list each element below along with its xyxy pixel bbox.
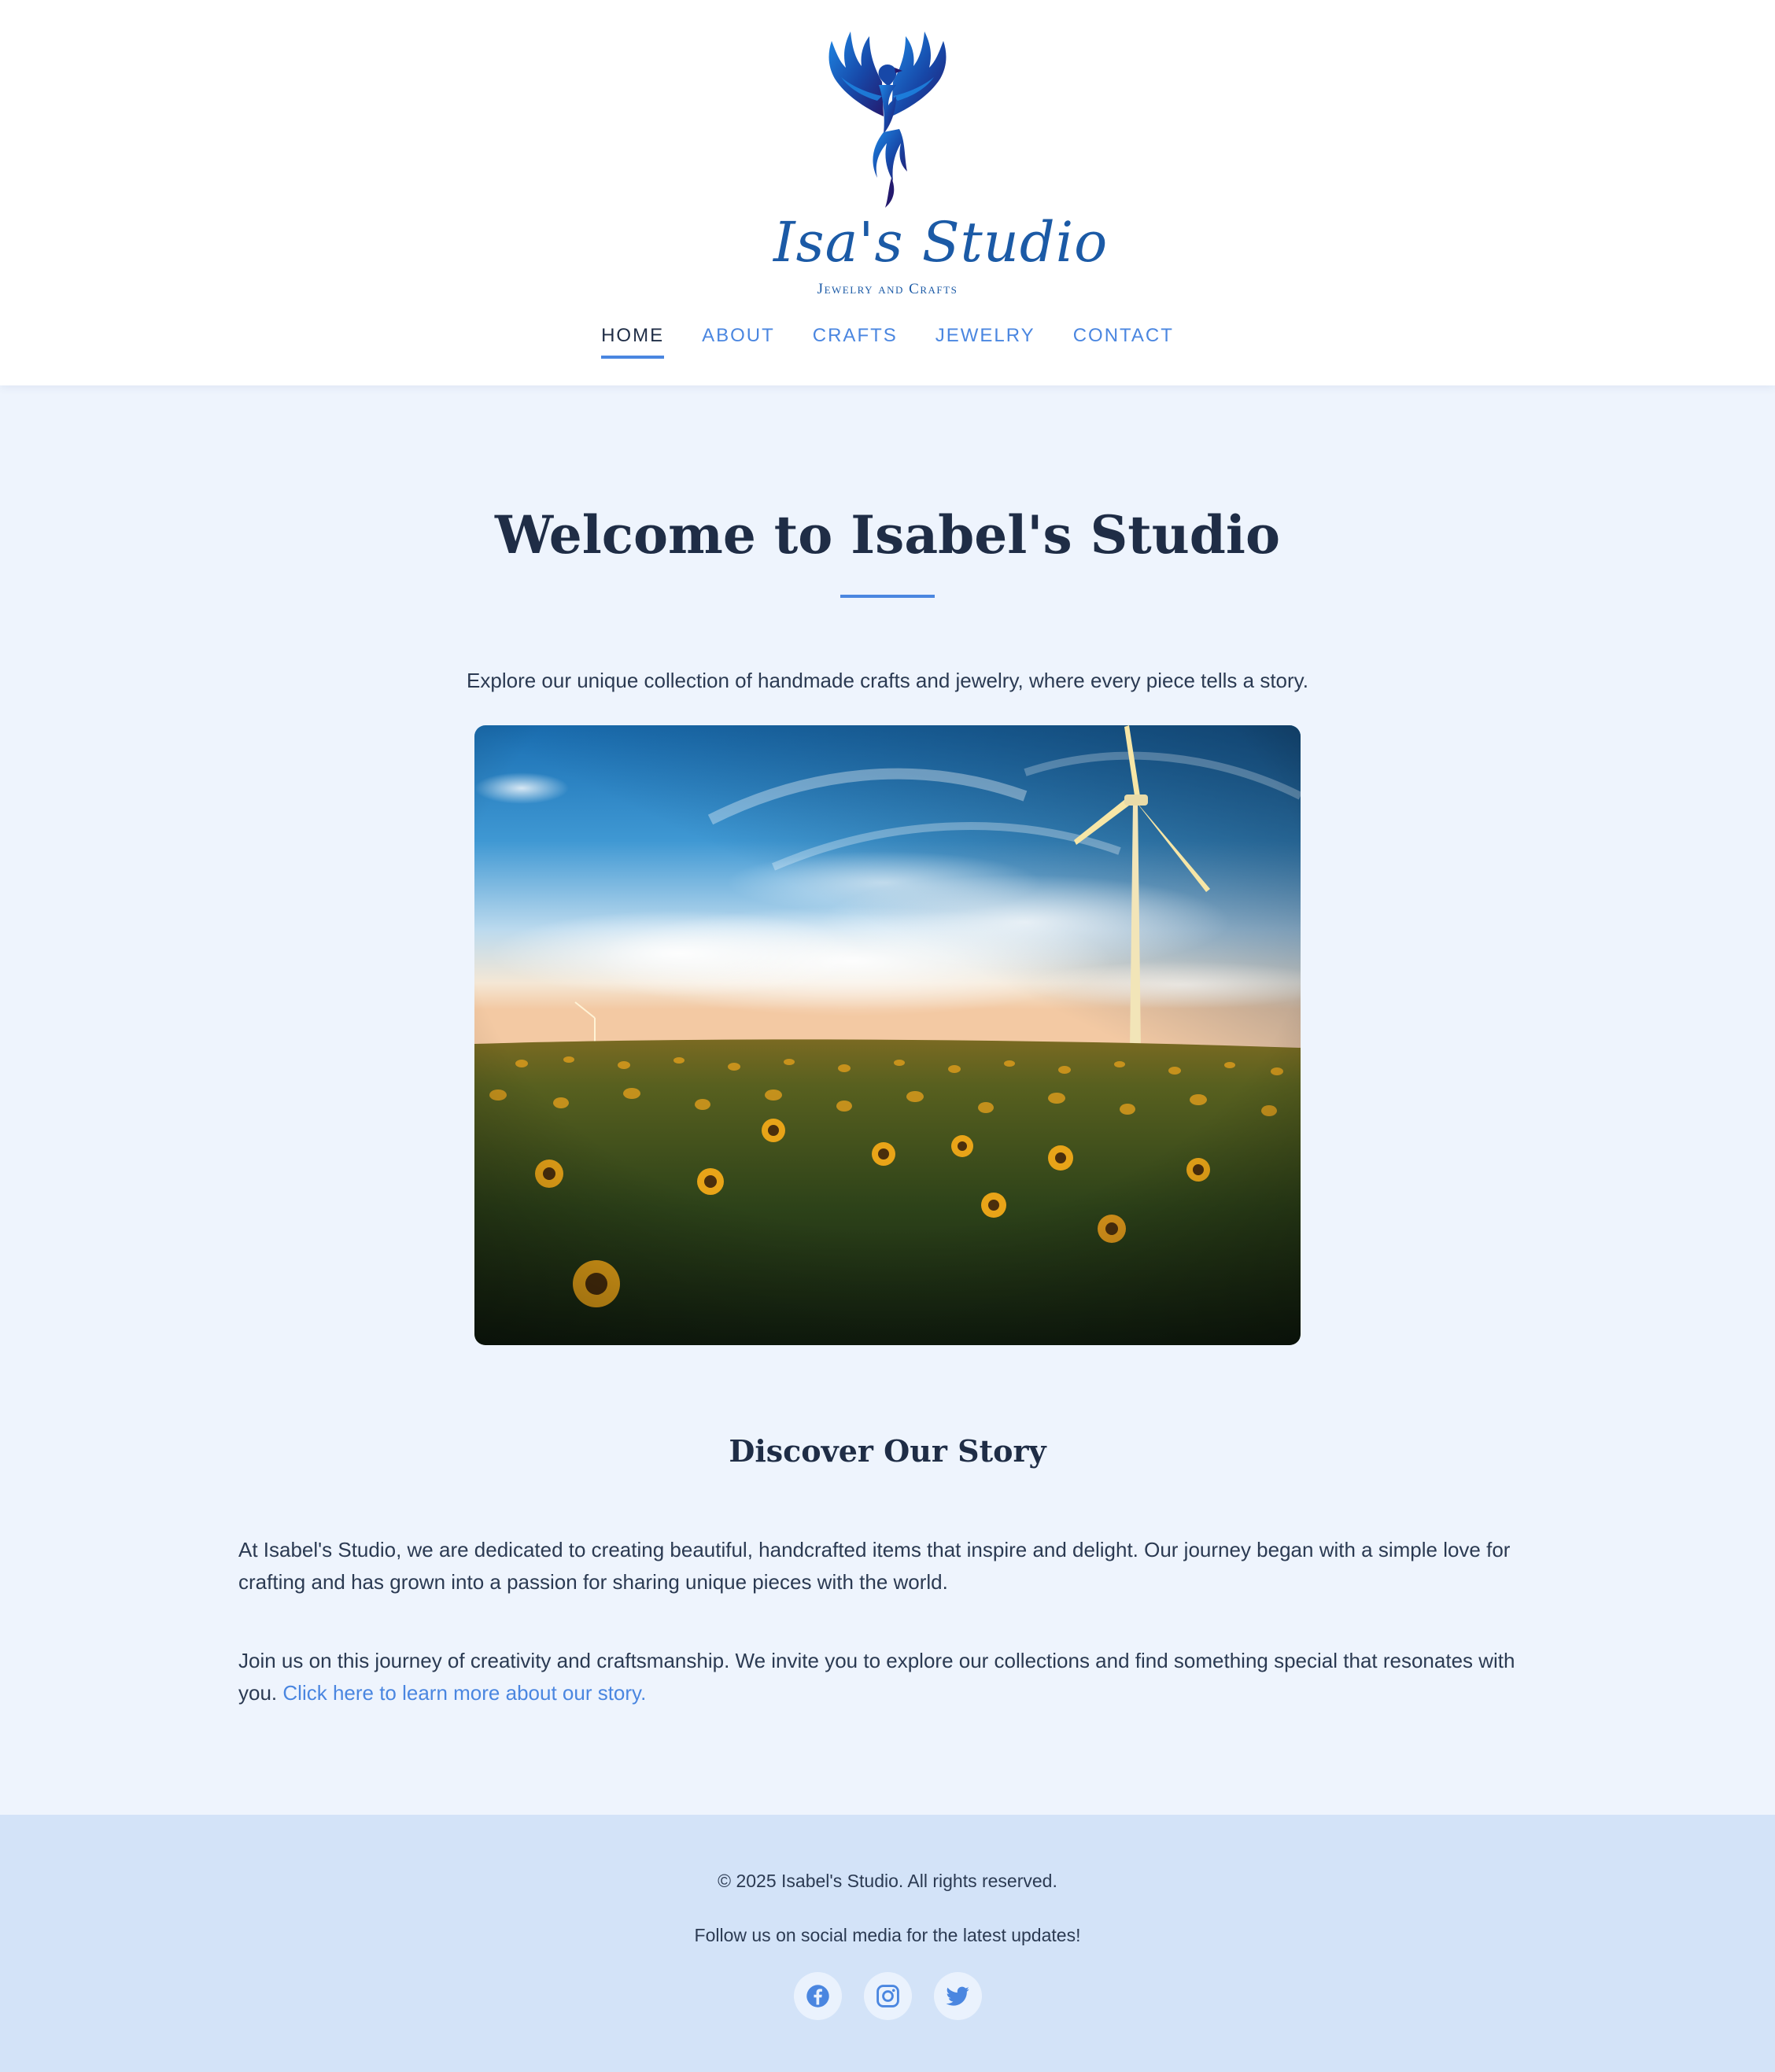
- logo-tagline: Jewelry and Crafts: [817, 281, 958, 297]
- hero-image: [474, 725, 1301, 1345]
- nav-item-home[interactable]: HOME: [601, 324, 665, 359]
- instagram-button[interactable]: [863, 1972, 912, 2020]
- learn-more-link[interactable]: Click here to learn more about our story…: [282, 1681, 646, 1705]
- nav-item-about[interactable]: ABOUT: [702, 324, 775, 359]
- instagram-icon: [876, 1985, 899, 2007]
- story-title: Discover Our Story: [729, 1433, 1046, 1469]
- follow-text: Follow us on social media for the latest…: [694, 1925, 1081, 1945]
- logo[interactable]: Isa's Studio Jewelry and Crafts: [773, 24, 1109, 303]
- main-nav: HOME ABOUT CRAFTS JEWELRY CONTACT: [0, 324, 1775, 371]
- nav-item-crafts[interactable]: CRAFTS: [813, 324, 898, 359]
- social-links: [0, 1972, 1775, 2021]
- page-title: Welcome to Isabel's Studio: [494, 504, 1281, 566]
- copyright-text: © 2025 Isabel's Studio. All rights reser…: [718, 1871, 1057, 1891]
- nav-item-jewelry[interactable]: JEWELRY: [935, 324, 1035, 359]
- twitter-button[interactable]: [933, 1972, 982, 2020]
- facebook-button[interactable]: [793, 1972, 842, 2020]
- nav-item-contact[interactable]: CONTACT: [1073, 324, 1174, 359]
- title-divider: [840, 595, 935, 598]
- story-paragraph-2: Join us on this journey of creativity an…: [238, 1645, 1544, 1709]
- site-footer: © 2025 Isabel's Studio. All rights reser…: [0, 1815, 1775, 2072]
- story-paragraph-1: At Isabel's Studio, we are dedicated to …: [238, 1538, 1511, 1594]
- logo-name: Isa's Studio: [773, 210, 1109, 275]
- facebook-icon: [806, 1985, 829, 2007]
- twitter-icon: [945, 1986, 969, 2006]
- site-header: Isa's Studio Jewelry and Crafts HOME ABO…: [0, 0, 1775, 385]
- phoenix-logo-icon: [828, 31, 947, 208]
- sunflower-field-wind-turbine-image: [474, 725, 1301, 1345]
- intro-text: Explore our unique collection of handmad…: [467, 669, 1308, 692]
